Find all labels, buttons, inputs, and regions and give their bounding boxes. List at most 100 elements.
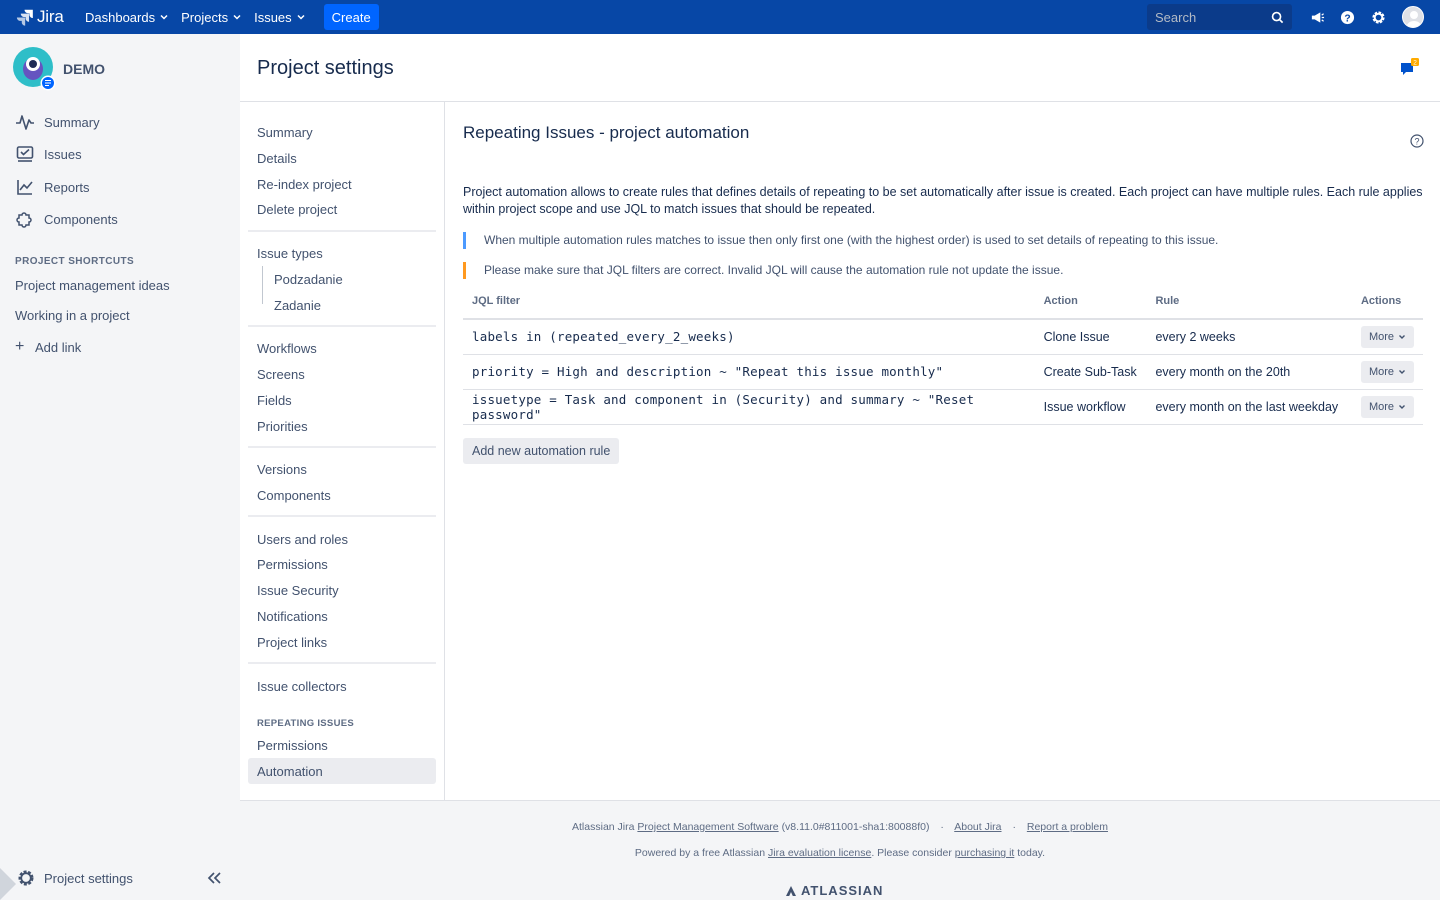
more-button[interactable]: More — [1360, 325, 1414, 348]
sidebar-expand-handle[interactable] — [0, 868, 16, 900]
more-button[interactable]: More — [1360, 395, 1414, 418]
column-header-actions: Actions — [1351, 295, 1423, 320]
settings-nav-users-roles[interactable]: Users and roles — [257, 532, 348, 547]
settings-navigation: Summary Details Re-index project Delete … — [248, 102, 445, 800]
column-header-rule: Rule — [1146, 295, 1352, 320]
sidebar-item-components[interactable]: Components — [15, 209, 118, 229]
rule-cell: every month on the 20th — [1146, 354, 1352, 390]
pms-link[interactable]: Project Management Software — [637, 821, 778, 833]
table-header-row: JQL filter Action Rule Actions — [463, 295, 1423, 320]
chevron-down-icon — [233, 14, 241, 20]
about-jira-link[interactable]: About Jira — [954, 821, 1001, 833]
sidebar-item-issues[interactable]: Issues — [15, 144, 82, 164]
gear-icon — [16, 868, 36, 888]
settings-nav-notifications[interactable]: Notifications — [257, 609, 328, 624]
footer-line-2: Powered by a free Atlassian Jira evaluat… — [240, 847, 1440, 859]
settings-nav-issue-security[interactable]: Issue Security — [257, 583, 339, 598]
chevron-down-icon — [1399, 334, 1405, 339]
add-automation-rule-button[interactable]: Add new automation rule — [463, 438, 620, 464]
settings-nav-project-links[interactable]: Project links — [257, 635, 327, 650]
nav-issues-label: Issues — [254, 9, 292, 25]
settings-nav-versions[interactable]: Versions — [257, 462, 307, 477]
help-icon[interactable]: ? — [1338, 8, 1356, 26]
user-avatar[interactable] — [1402, 6, 1424, 28]
version-text: (v8.11.0#811001-sha1:80088f0) — [781, 821, 930, 833]
sidebar-item-reports[interactable]: Reports — [15, 177, 90, 197]
search-input[interactable]: Search — [1147, 4, 1292, 30]
feedback-icon[interactable]: 2 — [1400, 58, 1419, 76]
table-row: issuetype = Task and component in (Secur… — [463, 389, 1423, 425]
project-avatar[interactable] — [13, 47, 56, 91]
nav-projects[interactable]: Projects — [179, 0, 243, 34]
powered-prefix: Powered by a free Atlassian — [634, 847, 766, 859]
nav-issues[interactable]: Issues — [252, 0, 307, 34]
more-button[interactable]: More — [1360, 360, 1414, 383]
warning-note: Please make sure that JQL filters are co… — [463, 262, 1063, 279]
sidebar-item-project-settings[interactable]: Project settings — [16, 868, 133, 888]
settings-nav-zadanie[interactable]: Zadanie — [274, 298, 321, 313]
settings-nav-ri-permissions[interactable]: Permissions — [257, 738, 328, 753]
divider — [248, 446, 436, 448]
jql-cell: priority = High and description ~ "Repea… — [463, 354, 1035, 390]
rule-cell: every 2 weeks — [1146, 319, 1352, 355]
action-cell: Create Sub-Task — [1034, 354, 1147, 390]
repeating-issues-heading: REPEATING ISSUES — [257, 718, 355, 729]
jira-logo-icon — [16, 9, 33, 26]
footer-prefix: Atlassian Jira — [572, 821, 635, 833]
svg-text:?: ? — [1344, 13, 1350, 24]
shortcut-link[interactable]: Project management ideas — [15, 278, 170, 293]
settings-nav-workflows[interactable]: Workflows — [257, 341, 317, 356]
automation-rules-table: JQL filter Action Rule Actions labels in… — [463, 295, 1423, 425]
powered-suffix: today. — [1017, 847, 1046, 859]
collapse-sidebar-icon[interactable] — [206, 871, 224, 887]
info-note: When multiple automation rules matches t… — [463, 232, 1218, 249]
settings-nav-summary[interactable]: Summary — [257, 125, 313, 140]
add-link-button[interactable]: + Add link — [15, 338, 81, 356]
actions-cell: More — [1351, 354, 1423, 390]
settings-nav-fields[interactable]: Fields — [257, 393, 292, 408]
top-navigation: Jira Dashboards Projects Issues Create S… — [0, 0, 1440, 34]
sidebar-item-summary[interactable]: Summary — [15, 112, 100, 132]
automation-content: Repeating Issues - project automation ? … — [445, 102, 1440, 800]
jira-logo[interactable]: Jira — [16, 0, 74, 34]
chart-icon — [15, 177, 35, 197]
divider — [248, 515, 436, 517]
divider — [248, 662, 436, 664]
shortcut-link[interactable]: Working in a project — [15, 308, 130, 323]
help-icon[interactable]: ? — [1410, 134, 1424, 148]
settings-nav-issue-types[interactable]: Issue types — [257, 246, 323, 261]
eval-license-link[interactable]: Jira evaluation license — [768, 847, 871, 859]
project-name[interactable]: DEMO — [63, 61, 105, 77]
logo-text: Jira — [37, 7, 64, 26]
column-header-jql: JQL filter — [463, 295, 1035, 320]
megaphone-icon[interactable] — [1308, 8, 1326, 26]
sidebar-item-label: Project settings — [44, 870, 133, 886]
settings-nav-details[interactable]: Details — [257, 151, 297, 166]
column-header-action: Action — [1034, 295, 1147, 320]
settings-nav-delete[interactable]: Delete project — [257, 202, 337, 217]
action-cell: Issue workflow — [1034, 389, 1147, 425]
report-problem-link[interactable]: Report a problem — [1027, 821, 1108, 833]
settings-nav-podzadanie[interactable]: Podzadanie — [274, 272, 343, 287]
search-placeholder: Search — [1155, 9, 1197, 25]
chevron-down-icon — [1399, 404, 1405, 409]
nav-projects-label: Projects — [181, 9, 229, 25]
issues-icon — [15, 144, 35, 164]
settings-nav-issue-collectors[interactable]: Issue collectors — [257, 679, 347, 694]
settings-nav-components[interactable]: Components — [257, 488, 331, 503]
sidebar-item-label: Issues — [44, 146, 82, 162]
actions-cell: More — [1351, 389, 1423, 425]
settings-nav-screens[interactable]: Screens — [257, 367, 305, 382]
gear-icon[interactable] — [1369, 8, 1387, 26]
settings-nav-permissions[interactable]: Permissions — [257, 557, 328, 572]
svg-text:?: ? — [1414, 136, 1419, 146]
create-button[interactable]: Create — [323, 4, 379, 30]
settings-nav-automation[interactable]: Automation — [257, 764, 323, 779]
chevron-down-icon — [297, 14, 305, 20]
nav-dashboards[interactable]: Dashboards — [83, 0, 170, 34]
pulse-icon — [15, 112, 35, 132]
settings-nav-priorities[interactable]: Priorities — [257, 419, 308, 434]
purchase-link[interactable]: purchasing it — [955, 847, 1015, 859]
settings-nav-reindex[interactable]: Re-index project — [257, 177, 352, 192]
puzzle-icon — [15, 209, 35, 229]
